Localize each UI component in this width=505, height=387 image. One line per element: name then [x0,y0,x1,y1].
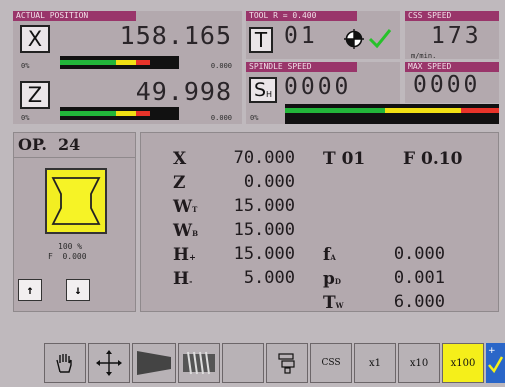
param-label-tw: TW [323,293,344,313]
thread-button[interactable] [178,343,220,383]
x-load-bar [60,56,179,69]
z-load-percent: 0% [21,114,30,122]
taper-icon [137,351,171,375]
operation-title: OP. 24 [18,135,81,154]
x10-button[interactable]: x10 [398,343,440,383]
spindle-button-sub: H [266,89,273,99]
x100-button-label: x100 [450,357,476,369]
x100-button[interactable]: x100 [442,343,484,383]
tool-orientation-icon [344,29,364,49]
arrow-down-icon: ↓ [74,283,82,297]
z-axis-label: Z [27,83,43,107]
param-label-wb: WB [173,221,199,241]
blank-button[interactable] [222,343,264,383]
override-feed: F 0.000 [48,252,87,261]
arrow-up-icon: ↑ [26,283,34,297]
check-icon [368,29,392,49]
spindle-load-percent: 0% [250,114,259,122]
param-label-hplus: H+ [173,245,196,265]
param-value-fa: 0.000 [393,244,445,264]
groove-shape-icon [51,177,101,225]
param-value-tw: 6.000 [393,292,445,312]
position-header: ACTUAL POSITION [13,11,136,21]
tool-button[interactable]: T [249,27,273,53]
tool-number: 01 [284,23,318,49]
x-sub-value: 0.000 [210,62,232,70]
css-header: CSS SPEED [405,11,499,21]
spindle-load-bar [285,104,499,124]
tool-panel: TOOL R = 0.400 T 01 [246,11,400,59]
x1-button-label: x1 [368,357,381,369]
x1-button[interactable]: x1 [354,343,396,383]
x10-button-label: x10 [409,357,429,369]
tool-header: TOOL R = 0.400 [246,11,357,21]
css-button-label: CSS [321,358,341,368]
tailstock-button[interactable] [266,343,308,383]
x-axis-label: X [27,27,43,51]
four-way-arrow-icon [96,350,122,376]
css-unit: m/min. [411,52,437,60]
spindle-button[interactable]: SH [249,77,277,103]
tailstock-icon [278,353,295,374]
hand-icon [56,354,72,373]
operation-panel: OP. 24 100 % F 0.000 ↑ ↓ [13,132,136,312]
param-label-fa: fA [323,245,336,265]
spindle-speed-value: 0000 [284,74,352,100]
toolbar: CSS x1 x10 x100 + [0,343,505,383]
param-label-z: Z [173,173,186,193]
tool-button-label: T [254,28,268,52]
override-percent: 100 % [58,242,83,251]
spindle-header: SPINDLE SPEED [246,62,357,72]
css-panel: CSS SPEED 173 m/min. [405,11,499,60]
feed-label: F 0.10 [403,149,463,169]
max-speed-value: 0000 [413,72,481,98]
svg-text:+: + [488,346,496,356]
arrow-up-button[interactable]: ↑ [18,279,42,301]
operation-shape-button[interactable] [45,168,107,234]
param-value-hminus: 5.000 [243,268,295,288]
param-label-x: X [173,149,187,169]
max-speed-panel: MAX SPEED 0000 [405,62,499,103]
param-value-z: 0.000 [243,172,295,192]
param-label-wt: WT [173,197,198,217]
param-value-hplus: 15.000 [233,244,295,264]
param-value-wt: 15.000 [233,196,295,216]
battery-check-icon: + [486,343,505,383]
z-axis-button[interactable]: Z [20,81,50,109]
x-load-percent: 0% [21,62,30,70]
jog-arrows-button[interactable] [88,343,130,383]
taper-turning-button[interactable] [132,343,176,383]
css-speed-value: 173 [431,23,482,49]
z-load-bar [60,107,179,120]
param-value-x: 70.000 [233,148,295,168]
param-label-pd: pD [323,269,341,289]
x-axis-button[interactable]: X [20,25,50,53]
param-value-wb: 15.000 [233,220,295,240]
z-sub-value: 0.000 [210,114,232,122]
css-button[interactable]: CSS [310,343,352,383]
x-position-value: 158.165 [119,21,232,50]
param-value-pd: 0.001 [393,268,445,288]
param-label-hminus: H- [173,269,193,289]
arrow-down-button[interactable]: ↓ [66,279,90,301]
spindle-button-label: S [253,79,267,101]
z-position-value: 49.998 [135,77,232,106]
tool-label: T 01 [323,149,366,169]
max-speed-header: MAX SPEED [405,62,499,72]
thread-icon [183,351,215,375]
hand-mode-button[interactable] [44,343,86,383]
position-panel: ACTUAL POSITION X 158.165 0% 0.000 Z 49.… [13,11,242,124]
